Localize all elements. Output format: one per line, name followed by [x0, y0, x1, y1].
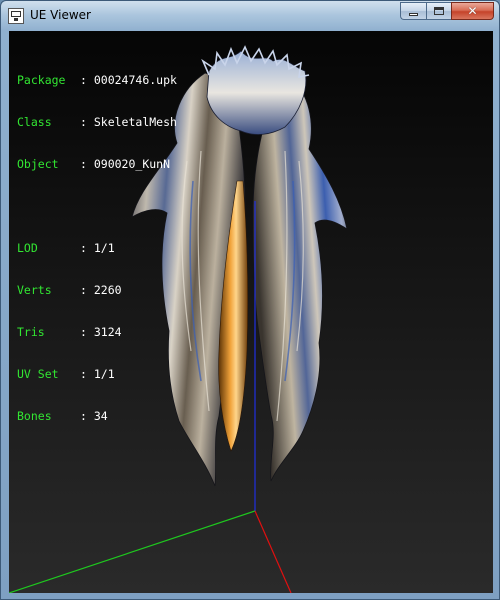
3d-viewport[interactable]: Package: 00024746.upk Class: SkeletalMes… — [9, 31, 493, 593]
info-row-uv-set: UV Set: 1/1 — [17, 367, 115, 381]
title-bar[interactable]: UE Viewer ✕ — [1, 1, 499, 31]
info-row-verts: Verts: 2260 — [17, 283, 122, 297]
x-axis — [254, 510, 292, 593]
info-row-tris: Tris: 3124 — [17, 325, 122, 339]
window-title: UE Viewer — [30, 8, 91, 22]
maximize-button[interactable] — [426, 2, 451, 20]
info-row-bones: Bones: 34 — [17, 409, 108, 423]
maximize-icon — [434, 7, 444, 15]
info-row-object: Object: 090020_KunN — [17, 157, 171, 171]
mesh-info-overlay: Package: 00024746.upk Class: SkeletalMes… — [17, 45, 177, 451]
info-row-lod: LOD: 1/1 — [17, 241, 115, 255]
info-row-class: Class: SkeletalMesh — [17, 115, 177, 129]
close-icon: ✕ — [467, 4, 478, 18]
caption-buttons: ✕ — [400, 2, 494, 21]
minimize-icon — [409, 13, 418, 16]
close-button[interactable]: ✕ — [451, 2, 494, 20]
y-axis — [9, 510, 256, 593]
info-row-package: Package: 00024746.upk — [17, 73, 177, 87]
app-icon[interactable] — [8, 8, 24, 24]
minimize-button[interactable] — [400, 2, 426, 20]
app-window: UE Viewer ✕ Package: 00024746.upk Class… — [0, 0, 500, 600]
